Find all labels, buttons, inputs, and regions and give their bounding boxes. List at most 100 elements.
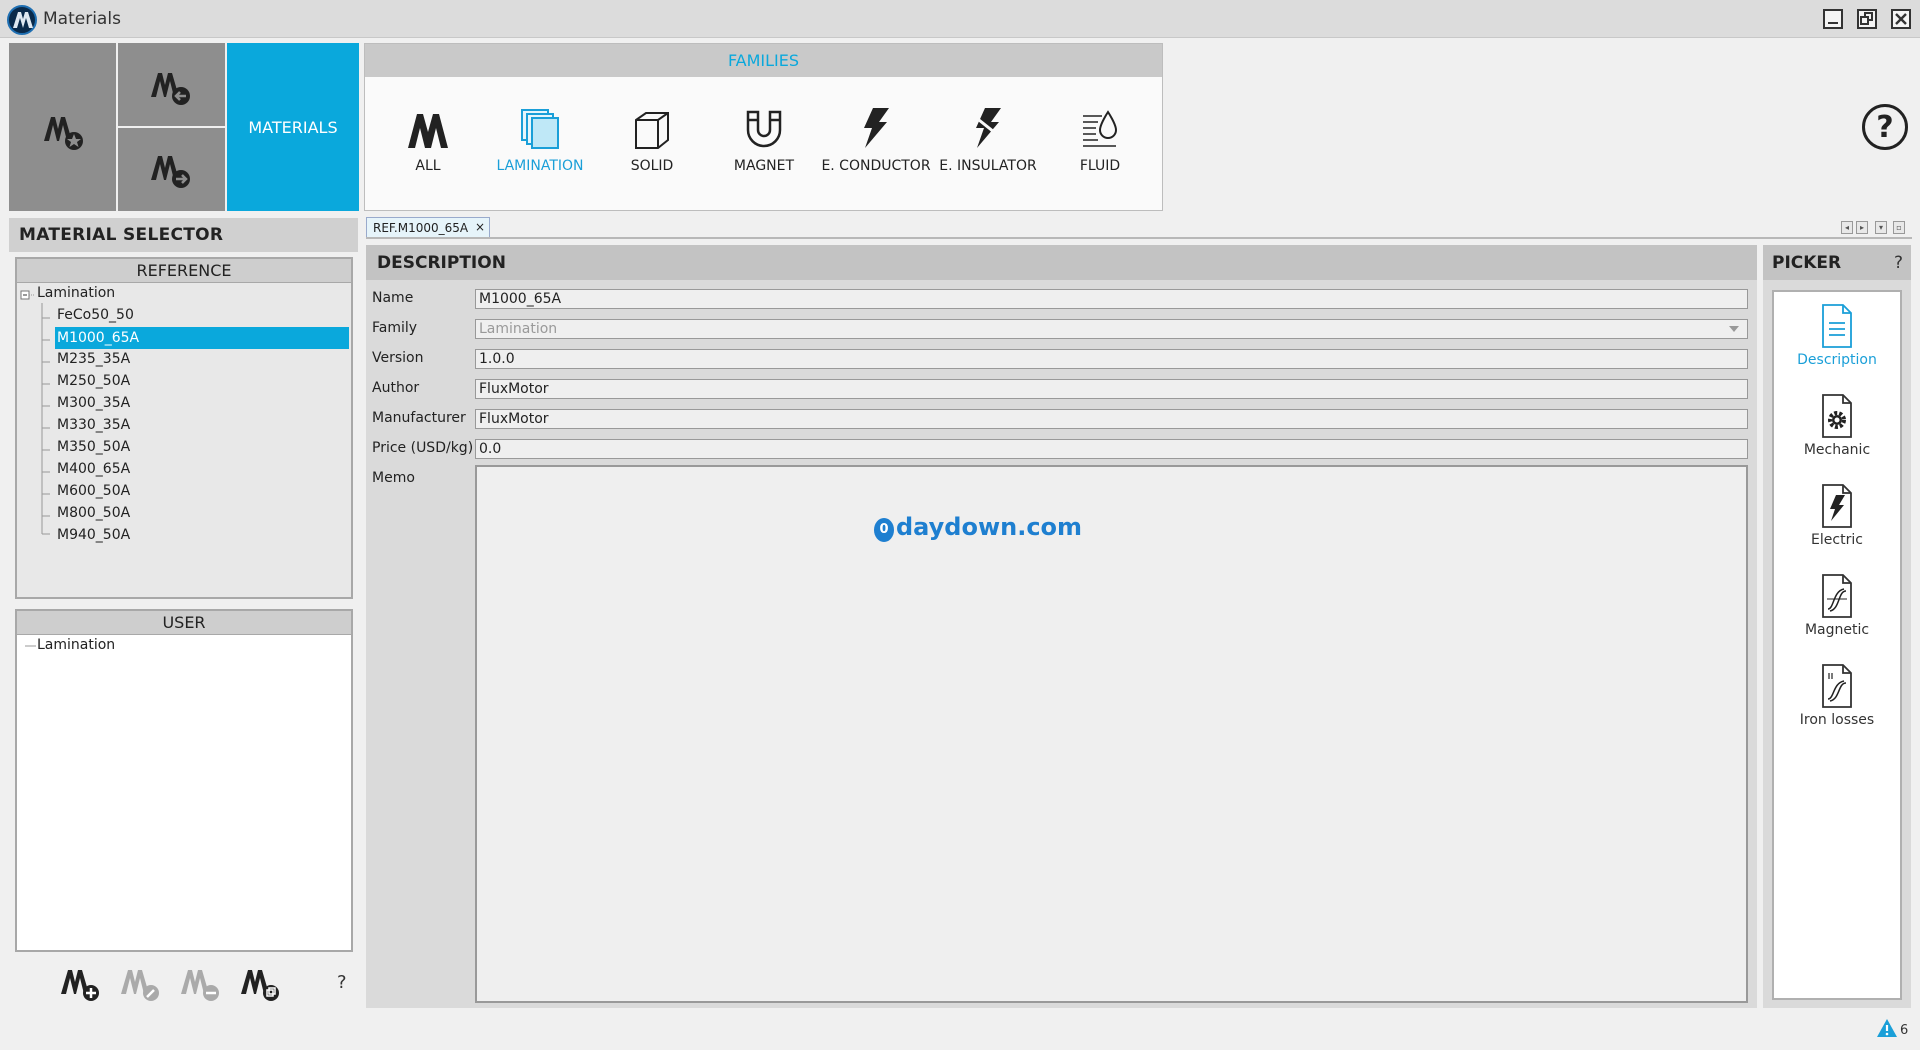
picker-label: Mechanic xyxy=(1803,442,1871,458)
tree-item[interactable]: M300_35A xyxy=(17,393,351,415)
description-title: DESCRIPTION xyxy=(366,245,1757,280)
tab-ref-m1000-65a[interactable]: REF.M1000_65A × xyxy=(366,217,490,238)
family-select-value: Lamination xyxy=(479,321,558,337)
version-label: Version xyxy=(372,350,424,366)
magnetic-curve-doc-icon xyxy=(1822,574,1852,618)
watermark-badge: 0 xyxy=(874,518,894,542)
families-header: FAMILIES xyxy=(365,44,1162,77)
tree-item[interactable]: M800_50A xyxy=(17,503,351,525)
family-fluid[interactable]: FLUID xyxy=(1044,102,1156,182)
picker-item-mechanic[interactable]: Mechanic xyxy=(1774,390,1900,470)
favorite-materials-button[interactable] xyxy=(9,43,116,211)
picker-label: Iron losses xyxy=(1799,712,1875,728)
picker-item-magnetic[interactable]: Magnetic xyxy=(1774,570,1900,650)
memo-label: Memo xyxy=(372,470,415,486)
family-magnet[interactable]: MAGNET xyxy=(708,102,820,182)
all-materials-icon xyxy=(408,114,448,148)
material-star-icon xyxy=(44,117,83,150)
tab-scroll-right-icon[interactable]: ▸ xyxy=(1856,221,1868,234)
family-all[interactable]: ALL xyxy=(372,102,484,182)
user-tree-panel: USER Lamination xyxy=(15,609,353,952)
picker-header: PICKER xyxy=(1763,245,1911,280)
family-e-insulator[interactable]: E. INSULATOR xyxy=(932,102,1044,182)
selector-toolbar xyxy=(9,958,358,1008)
picker-list: Description Mechanic Electric Magnetic I… xyxy=(1772,290,1902,1000)
tab-maximize-icon[interactable]: ▫ xyxy=(1893,221,1905,234)
tree-item-selected[interactable]: M1000_65A xyxy=(17,327,351,349)
tree-item[interactable]: M350_50A xyxy=(17,437,351,459)
title-bar: Materials xyxy=(0,0,1920,38)
selector-help-button[interactable]: ? xyxy=(337,972,347,993)
picker-label: Description xyxy=(1797,352,1877,368)
families-panel: FAMILIES ALL LAMINATION SOLID MAGNET E. … xyxy=(364,43,1163,211)
picker-title: PICKER xyxy=(1772,253,1842,273)
family-e-conductor[interactable]: E. CONDUCTOR xyxy=(820,102,932,182)
electric-doc-icon xyxy=(1822,484,1852,528)
author-label: Author xyxy=(372,380,420,396)
solid-cube-icon xyxy=(635,112,669,149)
lightning-icon xyxy=(864,108,889,148)
duplicate-material-icon[interactable] xyxy=(239,966,283,1002)
watermark-text: daydown.com xyxy=(896,513,1083,541)
family-lamination[interactable]: LAMINATION xyxy=(484,102,596,182)
price-field[interactable]: 0.0 xyxy=(475,439,1748,459)
picker-label: Magnetic xyxy=(1804,622,1870,638)
minimize-button[interactable] xyxy=(1823,9,1843,29)
reference-tree-panel: REFERENCE Lamination FeCo50_50 M1000_65A… xyxy=(15,257,353,599)
picker-item-description[interactable]: Description xyxy=(1774,300,1900,380)
warning-icon[interactable] xyxy=(1876,1018,1898,1038)
family-select[interactable]: Lamination xyxy=(475,319,1748,339)
lamination-icon xyxy=(521,109,559,149)
close-button[interactable] xyxy=(1891,9,1911,29)
tab-scroll-left-icon[interactable]: ◂ xyxy=(1841,221,1853,234)
tab-list-icon[interactable]: ▾ xyxy=(1875,221,1887,234)
remove-material-icon[interactable] xyxy=(179,966,223,1002)
tree-item[interactable]: M235_35A xyxy=(17,349,351,371)
manufacturer-label: Manufacturer xyxy=(372,410,466,426)
materials-tab-button[interactable]: MATERIALS xyxy=(227,43,359,211)
add-material-icon[interactable] xyxy=(59,966,103,1002)
tree-item[interactable]: M330_35A xyxy=(17,415,351,437)
manufacturer-field[interactable]: FluxMotor xyxy=(475,409,1748,429)
help-button[interactable]: ? xyxy=(1862,104,1908,150)
description-doc-icon xyxy=(1822,304,1852,348)
iron-losses-doc-icon xyxy=(1822,664,1852,708)
family-solid[interactable]: SOLID xyxy=(596,102,708,182)
description-panel: DESCRIPTION Name M1000_65A Family Lamina… xyxy=(366,245,1757,1008)
chevron-down-icon xyxy=(1729,326,1739,332)
version-field[interactable]: 1.0.0 xyxy=(475,349,1748,369)
window-title: Materials xyxy=(43,9,121,29)
material-export-icon xyxy=(151,156,190,188)
fluid-drop-icon xyxy=(1083,110,1118,147)
name-label: Name xyxy=(372,290,414,306)
picker-item-iron-losses[interactable]: Iron losses xyxy=(1774,660,1900,740)
tab-close-icon[interactable]: × xyxy=(475,220,485,234)
tree-node-lamination[interactable]: Lamination xyxy=(17,283,351,305)
maximize-button[interactable] xyxy=(1857,9,1877,29)
tree-item[interactable]: M250_50A xyxy=(17,371,351,393)
family-label: LAMINATION xyxy=(496,158,584,174)
tree-item[interactable]: FeCo50_50 xyxy=(17,305,351,327)
import-material-button[interactable] xyxy=(118,43,225,126)
watermark: 0 daydown.com xyxy=(874,513,1082,542)
tab-bar-line xyxy=(366,237,1912,239)
edit-material-icon[interactable] xyxy=(119,966,163,1002)
name-field[interactable]: M1000_65A xyxy=(475,289,1748,309)
tree-item[interactable]: M600_50A xyxy=(17,481,351,503)
user-title: USER xyxy=(17,611,351,635)
warning-count: 6 xyxy=(1900,1023,1909,1038)
family-label: FLUID xyxy=(1079,158,1121,174)
app-logo-icon xyxy=(7,5,37,35)
tree-node-user-lamination[interactable]: Lamination xyxy=(17,635,351,657)
tree-item[interactable]: M940_50A xyxy=(17,525,351,547)
material-selector-title: MATERIAL SELECTOR xyxy=(9,218,358,252)
picker-item-electric[interactable]: Electric xyxy=(1774,480,1900,560)
memo-textarea[interactable]: 0 daydown.com xyxy=(475,465,1748,1003)
export-material-button[interactable] xyxy=(118,128,225,211)
family-label: ALL xyxy=(415,158,441,174)
magnet-icon xyxy=(746,110,782,148)
tree-item[interactable]: M400_65A xyxy=(17,459,351,481)
picker-help-button[interactable]: ? xyxy=(1894,253,1903,273)
price-label: Price (USD/kg) xyxy=(372,440,474,456)
author-field[interactable]: FluxMotor xyxy=(475,379,1748,399)
